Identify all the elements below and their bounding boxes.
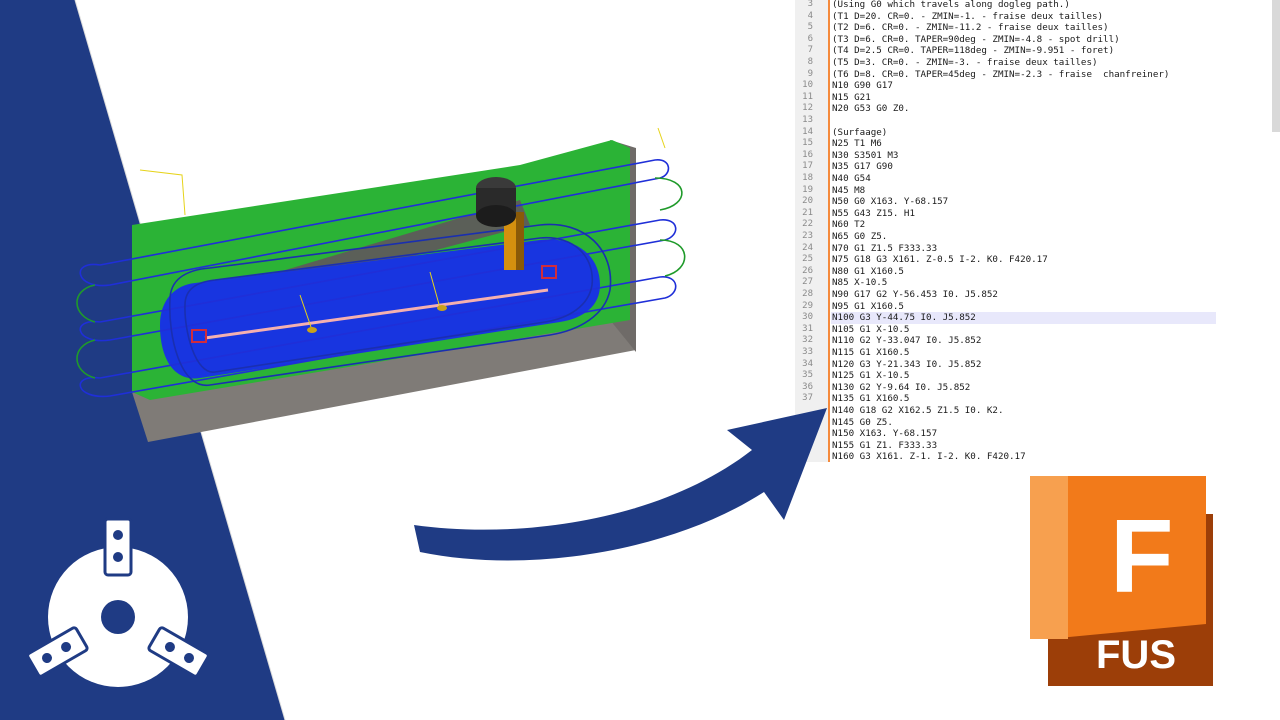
line-number: 33 xyxy=(802,347,813,357)
line-number: 14 xyxy=(802,126,813,137)
gcode-line[interactable]: N150 X163. Y-68.157 xyxy=(831,428,1216,440)
gcode-line[interactable]: (T1 D=20. CR=0. - ZMIN=-1. - fraise deux… xyxy=(831,11,1216,23)
line-number: 26 xyxy=(802,265,813,276)
line-number: 25 xyxy=(802,254,813,265)
gcode-line[interactable]: (Using G0 which travels along dogleg pat… xyxy=(831,0,1216,11)
gcode-line[interactable]: N60 T2 xyxy=(831,219,1216,231)
line-number: 27 xyxy=(802,277,813,288)
line-number: 31 xyxy=(802,323,813,334)
gcode-line[interactable]: (Surfaage) xyxy=(831,127,1216,139)
line-number: 29 xyxy=(802,300,813,311)
gcode-line[interactable]: (T4 D=2.5 CR=0. TAPER=118deg - ZMIN=-9.9… xyxy=(831,45,1216,57)
lathe-chuck-icon xyxy=(26,517,210,687)
line-number: 3 xyxy=(807,0,813,9)
gcode-line[interactable]: N140 G18 G2 X162.5 Z1.5 I0. K2. xyxy=(831,405,1216,417)
line-number: 12 xyxy=(802,103,813,114)
gcode-line[interactable]: N130 G2 Y-9.64 I0. J5.852 xyxy=(831,382,1216,394)
line-number: 16 xyxy=(802,149,813,160)
gcode-line[interactable]: N80 G1 X160.5 xyxy=(831,266,1216,278)
line-number: 6 xyxy=(807,33,813,44)
editor-scrollbar[interactable] xyxy=(1272,0,1280,132)
gcode-line[interactable]: N55 G43 Z15. H1 xyxy=(831,208,1216,220)
line-number: 13 xyxy=(802,115,813,125)
gcode-line[interactable]: N85 X-10.5 xyxy=(831,277,1216,289)
line-number: 10 xyxy=(802,80,813,91)
gcode-line[interactable]: N15 G21 xyxy=(831,92,1216,104)
gcode-line[interactable]: N120 G3 Y-21.343 I0. J5.852 xyxy=(831,359,1216,371)
line-number: 8 xyxy=(807,57,813,67)
line-number: 35 xyxy=(802,370,813,381)
fusion-logo-caption: FUS xyxy=(1096,633,1176,677)
gcode-line[interactable]: N40 G54 xyxy=(831,173,1216,185)
line-number: 32 xyxy=(802,335,813,346)
hole-marker xyxy=(307,327,317,333)
line-number: 28 xyxy=(802,289,813,299)
gcode-line[interactable]: N135 G1 X160.5 xyxy=(831,393,1216,405)
gcode-line[interactable]: N105 G1 X-10.5 xyxy=(831,324,1216,336)
line-number: 24 xyxy=(802,242,813,253)
gcode-line[interactable]: N70 G1 Z1.5 F333.33 xyxy=(831,243,1216,255)
line-number: 21 xyxy=(802,207,813,218)
line-number: 36 xyxy=(802,381,813,392)
line-number: 30 xyxy=(802,312,813,323)
gcode-line[interactable]: N45 M8 xyxy=(831,185,1216,197)
line-number: 34 xyxy=(802,358,813,369)
curved-arrow-icon xyxy=(414,408,827,561)
line-number: 20 xyxy=(802,196,813,207)
gcode-line[interactable]: N100 G3 Y-44.75 I0. J5.852 xyxy=(831,312,1216,324)
line-number: 11 xyxy=(802,91,813,102)
gcode-line[interactable]: N25 T1 M6 xyxy=(831,138,1216,150)
line-number: 5 xyxy=(807,22,813,33)
gcode-line[interactable]: (T6 D=8. CR=0. TAPER=45deg - ZMIN=-2.3 -… xyxy=(831,69,1216,81)
gcode-line[interactable]: N10 G90 G17 xyxy=(831,80,1216,92)
gcode-line[interactable]: (T3 D=6. CR=0. TAPER=90deg - ZMIN=-4.8 -… xyxy=(831,34,1216,46)
gcode-line[interactable]: N115 G1 X160.5 xyxy=(831,347,1216,359)
gcode-line[interactable]: N125 G1 X-10.5 xyxy=(831,370,1216,382)
fusion-logo-letter: F xyxy=(1110,499,1174,615)
gcode-editor[interactable]: 3 4 5 6 7 8 9 10 11 12 13 14 15 16 17 18 19 20 21 22 23 24 25 2… xyxy=(795,0,1280,462)
gcode-line[interactable]: (T2 D=6. CR=0. - ZMIN=-11.2 - fraise deu… xyxy=(831,22,1216,34)
gcode-line[interactable]: N155 G1 Z1. F333.33 xyxy=(831,440,1216,452)
line-number-gutter: 3 4 5 6 7 8 9 10 11 12 13 14 15 16 17 18 19 20 21 22 23 24 25 2… xyxy=(795,0,830,462)
line-number: 15 xyxy=(802,138,813,149)
hole-marker xyxy=(437,305,447,311)
gcode-line[interactable]: N90 G17 G2 Y-56.453 I0. J5.852 xyxy=(831,289,1216,301)
gcode-line[interactable]: N20 G53 G0 Z0. xyxy=(831,103,1216,115)
line-number: 18 xyxy=(802,173,813,183)
fusion-360-logo: F FUS xyxy=(1030,476,1213,686)
gcode-line[interactable]: N145 G0 Z5. xyxy=(831,417,1216,429)
gcode-line[interactable]: N30 S3501 M3 xyxy=(831,150,1216,162)
line-number: 17 xyxy=(802,161,813,172)
gcode-line[interactable]: N50 G0 X163. Y-68.157 xyxy=(831,196,1216,208)
line-number: 9 xyxy=(807,68,813,79)
gcode-line[interactable]: N75 G18 G3 X161. Z-0.5 I-2. K0. F420.17 xyxy=(831,254,1216,266)
gcode-line[interactable]: N160 G3 X161. Z-1. I-2. K0. F420.17 xyxy=(831,451,1216,462)
gcode-line[interactable]: N35 G17 G90 xyxy=(831,161,1216,173)
gcode-line[interactable] xyxy=(831,115,1216,127)
line-number: 19 xyxy=(802,184,813,195)
line-number: 7 xyxy=(807,45,813,56)
line-number: 23 xyxy=(802,231,813,241)
gcode-line[interactable]: N65 G0 Z5. xyxy=(831,231,1216,243)
line-number: 4 xyxy=(807,10,813,21)
gcode-line[interactable]: (T5 D=3. CR=0. - ZMIN=-3. - fraise deux … xyxy=(831,57,1216,69)
gcode-line[interactable]: N95 G1 X160.5 xyxy=(831,301,1216,313)
line-number: 22 xyxy=(802,219,813,230)
gcode-line[interactable]: N110 G2 Y-33.047 I0. J5.852 xyxy=(831,335,1216,347)
